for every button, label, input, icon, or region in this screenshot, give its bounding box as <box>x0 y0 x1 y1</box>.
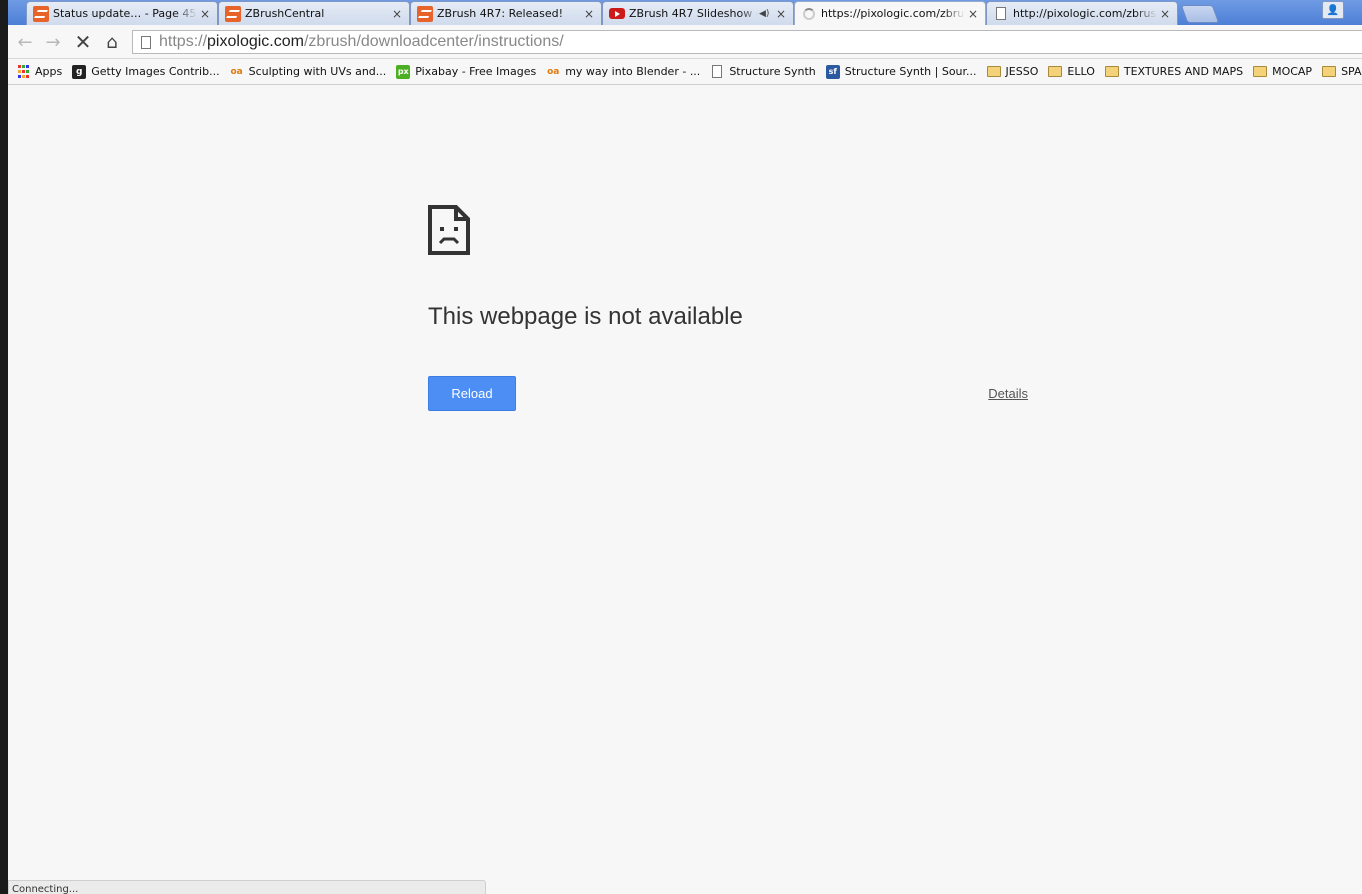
bookmark-folder-ello[interactable]: ELLO <box>1048 65 1095 79</box>
bookmark-folder-textures[interactable]: TEXTURES AND MAPS <box>1104 65 1244 79</box>
bookmark-label: Structure Synth | Sour... <box>844 65 977 78</box>
person-icon: 👤 <box>1326 4 1340 16</box>
bookmarks-bar: Apps g Getty Images Contrib... oa Sculpt… <box>8 59 1362 85</box>
zbrush-icon <box>225 5 241 22</box>
bookmark-label: Sculpting with UVs and... <box>248 65 387 78</box>
bookmark-label: JESSO <box>1005 65 1039 78</box>
youtube-icon <box>609 6 625 22</box>
back-button[interactable]: ← <box>14 31 36 53</box>
folder-icon <box>1253 65 1268 79</box>
close-icon[interactable]: × <box>389 7 405 21</box>
url-scheme: https:// <box>159 33 208 50</box>
bookmark-apps[interactable]: Apps <box>16 65 62 79</box>
window-edge <box>0 0 8 894</box>
tab-title: ZBrush 4R7: Released! <box>437 7 563 20</box>
folder-icon <box>1322 65 1337 79</box>
getty-icon: g <box>72 64 87 79</box>
address-bar[interactable]: https://pixologic.com/zbrush/downloadcen… <box>132 30 1362 54</box>
reload-button[interactable]: Reload <box>428 376 516 411</box>
page-icon <box>141 35 151 49</box>
page-icon <box>710 65 724 79</box>
bookmark-structure-synth-source[interactable]: sf Structure Synth | Sour... <box>825 64 977 79</box>
details-link[interactable]: Details <box>988 386 1028 401</box>
folder-icon <box>1048 65 1063 79</box>
tab-status-update[interactable]: Status update… - Page 45 × <box>26 1 218 25</box>
tab-title: ZBrush 4R7 Slideshow - Y <box>629 7 759 20</box>
bookmark-blender[interactable]: oa my way into Blender - ... <box>546 65 700 79</box>
close-icon[interactable]: × <box>197 7 213 21</box>
oa-icon: oa <box>230 66 243 77</box>
close-icon[interactable]: × <box>1157 7 1173 21</box>
bookmark-folder-jesso[interactable]: JESSO <box>986 65 1039 79</box>
tab-title: http://pixologic.com/zbrush/d <box>1013 7 1157 20</box>
bookmark-label: ELLO <box>1067 65 1095 78</box>
close-icon[interactable]: × <box>581 7 597 21</box>
tab-title: https://pixologic.com/zbrush <box>821 7 965 20</box>
error-heading: This webpage is not available <box>428 303 743 330</box>
tab-title: Status update… - Page 45 <box>53 7 197 20</box>
bookmark-label: Apps <box>35 65 63 78</box>
bookmark-structure-synth[interactable]: Structure Synth <box>710 65 816 79</box>
tab-zbrush-released[interactable]: ZBrush 4R7: Released! × <box>410 1 602 25</box>
bookmark-label: Pixabay - Free Images <box>415 65 537 78</box>
forward-button[interactable]: → <box>42 31 64 53</box>
bookmark-folder-space-refs[interactable]: SPACE REFS <box>1322 65 1362 79</box>
apps-grid-icon <box>16 65 30 79</box>
profile-button[interactable]: 👤 <box>1322 1 1344 19</box>
sf-icon: sf <box>825 64 840 79</box>
toolbar: ← → ✕ ⌂ https://pixologic.com/zbrush/dow… <box>8 25 1362 59</box>
bookmark-getty-images[interactable]: g Getty Images Contrib... <box>72 64 220 79</box>
loading-spinner-icon <box>801 6 817 22</box>
tab-pixologic-http[interactable]: http://pixologic.com/zbrush/d × <box>986 1 1178 25</box>
tab-zbrushcentral[interactable]: ZBrushCentral × <box>218 1 410 25</box>
close-icon[interactable]: × <box>773 7 789 21</box>
home-button[interactable]: ⌂ <box>101 31 123 53</box>
page-icon <box>993 6 1009 22</box>
folder-icon <box>986 65 1001 79</box>
close-icon[interactable]: × <box>965 7 981 21</box>
new-tab-button[interactable] <box>1180 5 1220 23</box>
oa-icon: oa <box>547 66 560 77</box>
bookmark-folder-mocap[interactable]: MOCAP <box>1253 65 1312 79</box>
tab-pixologic-active[interactable]: https://pixologic.com/zbrush × <box>794 1 986 25</box>
speaker-icon: ◀) <box>759 8 770 19</box>
pixabay-icon: px <box>396 64 411 79</box>
stop-button[interactable]: ✕ <box>72 30 94 54</box>
bookmark-label: MOCAP <box>1272 65 1313 78</box>
folder-icon <box>1104 65 1119 79</box>
error-page: This webpage is not available Reload Det… <box>428 205 1028 411</box>
bookmark-label: TEXTURES AND MAPS <box>1123 65 1244 78</box>
sad-page-icon <box>428 205 470 255</box>
tab-zbrush-slideshow[interactable]: ZBrush 4R7 Slideshow - Y ◀) × <box>602 1 794 25</box>
tab-strip: Status update… - Page 45 × ZBrushCentral… <box>8 0 1362 25</box>
url-host: pixologic.com <box>207 33 304 50</box>
status-bubble: Connecting... <box>8 880 486 894</box>
bookmark-sculpting-uvs[interactable]: oa Sculpting with UVs and... <box>230 65 387 79</box>
bookmark-label: SPACE REFS <box>1341 65 1362 78</box>
bookmark-label: my way into Blender - ... <box>565 65 701 78</box>
bookmark-label: Getty Images Contrib... <box>91 65 220 78</box>
bookmark-label: Structure Synth <box>729 65 816 78</box>
url-path: /zbrush/downloadcenter/instructions/ <box>303 33 564 50</box>
zbrush-icon <box>417 5 433 22</box>
tab-title: ZBrushCentral <box>245 7 325 20</box>
bookmark-pixabay[interactable]: px Pixabay - Free Images <box>396 64 537 79</box>
zbrush-icon <box>33 5 49 22</box>
